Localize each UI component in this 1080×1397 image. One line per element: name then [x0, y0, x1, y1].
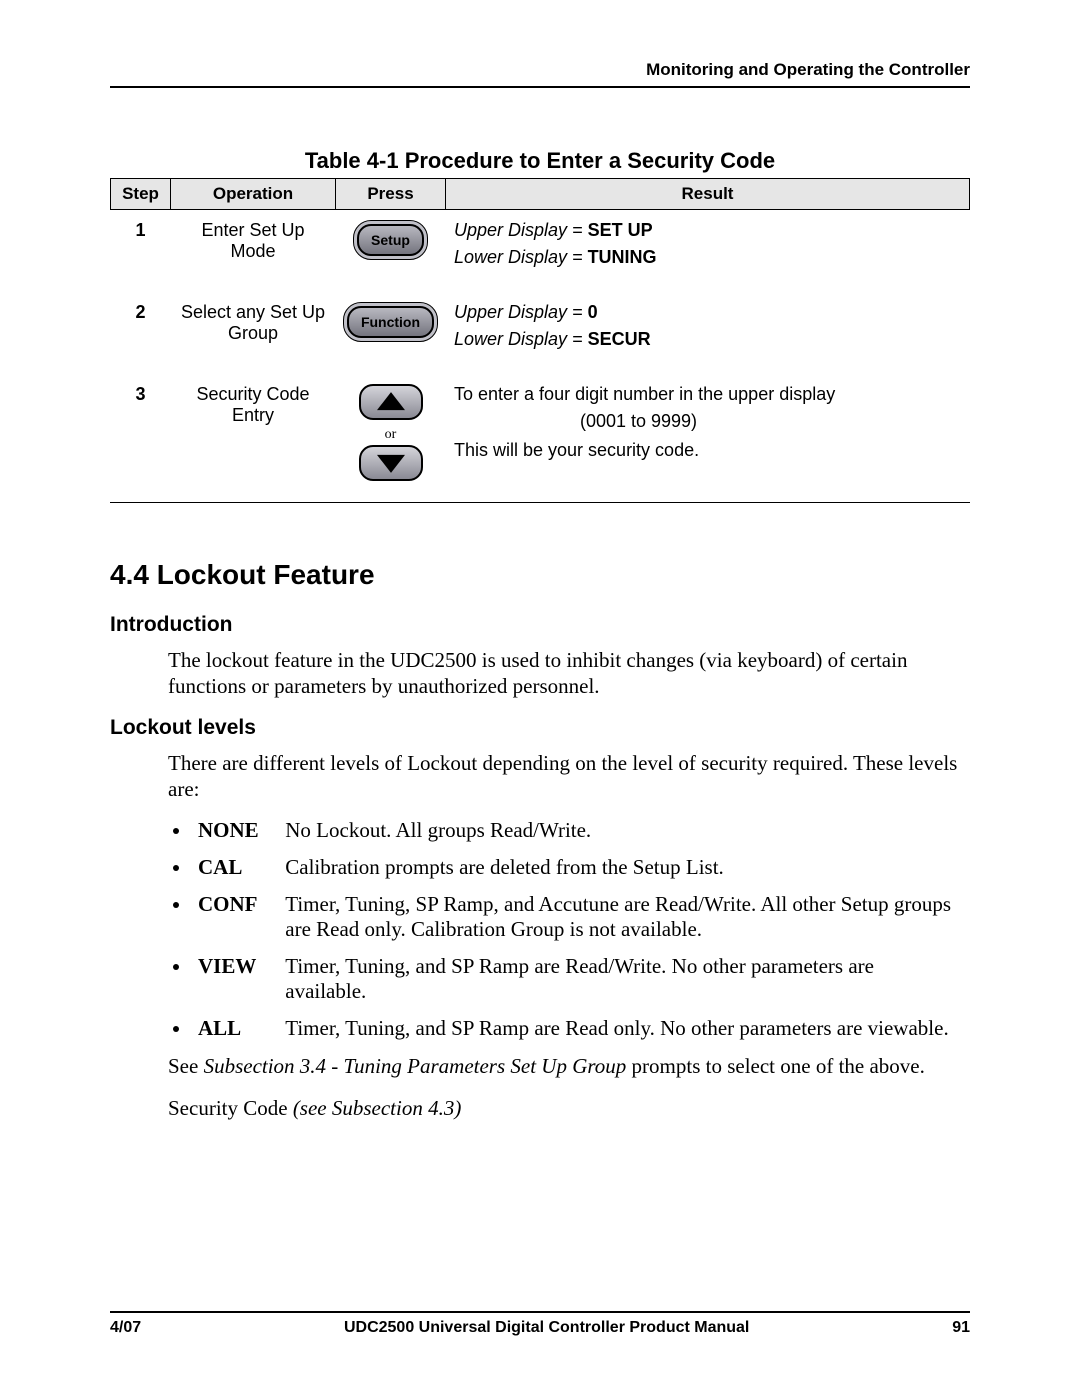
result-cell: To enter a four digit number in the uppe… — [446, 374, 970, 503]
or-label: or — [342, 427, 439, 443]
list-item: NONE No Lockout. All groups Read/Write. — [192, 818, 970, 843]
step-number: 2 — [111, 292, 171, 374]
arrow-down-icon — [359, 445, 423, 481]
page-footer: 4/07 UDC2500 Universal Digital Controlle… — [110, 1311, 970, 1337]
table-row: 2 Select any Set Up Group Function Upper… — [111, 292, 970, 374]
upper-display-value: SET UP — [588, 220, 653, 240]
see-reference-paragraph: See Subsection 3.4 - Tuning Parameters S… — [168, 1053, 970, 1079]
level-desc: Timer, Tuning, SP Ramp, and Accutune are… — [285, 892, 957, 942]
intro-subheading: Introduction — [110, 613, 970, 637]
list-item: VIEW Timer, Tuning, and SP Ramp are Read… — [192, 954, 970, 1004]
level-label: ALL — [198, 1016, 280, 1041]
see-suffix: prompts to select one of the above. — [626, 1054, 925, 1078]
setup-button-label: Setup — [357, 224, 424, 256]
function-button-label: Function — [347, 306, 434, 338]
result-cell: Upper Display = SET UP Lower Display = T… — [446, 210, 970, 293]
list-item: CONF Timer, Tuning, SP Ramp, and Accutun… — [192, 892, 970, 942]
list-item: CAL Calibration prompts are deleted from… — [192, 855, 970, 880]
level-desc: Timer, Tuning, and SP Ramp are Read/Writ… — [285, 954, 957, 1004]
sec-code-prefix: Security Code — [168, 1096, 293, 1120]
level-desc: Calibration prompts are deleted from the… — [285, 855, 957, 880]
press-cell: or — [336, 374, 446, 503]
footer-date: 4/07 — [110, 1319, 141, 1337]
lower-display-label: Lower Display = — [454, 247, 588, 267]
col-operation: Operation — [171, 179, 336, 210]
levels-subheading: Lockout levels — [110, 716, 970, 740]
result-range: (0001 to 9999) — [580, 411, 697, 431]
lower-display-label: Lower Display = — [454, 329, 588, 349]
levels-intro-paragraph: There are different levels of Lockout de… — [168, 750, 970, 803]
setup-button-icon: Setup — [353, 220, 428, 260]
result-text: To enter a four digit number in the uppe… — [454, 384, 835, 404]
press-cell: Function — [336, 292, 446, 374]
section-heading: 4.4 Lockout Feature — [110, 559, 970, 591]
lower-display-value: SECUR — [588, 329, 651, 349]
intro-paragraph: The lockout feature in the UDC2500 is us… — [168, 647, 970, 700]
sec-code-ref: (see Subsection 4.3) — [293, 1096, 462, 1120]
level-label: CONF — [198, 892, 280, 917]
level-label: CAL — [198, 855, 280, 880]
see-prefix: See — [168, 1054, 204, 1078]
operation-cell: Security Code Entry — [171, 374, 336, 503]
level-label: NONE — [198, 818, 280, 843]
operation-cell: Select any Set Up Group — [171, 292, 336, 374]
lockout-levels-list: NONE No Lockout. All groups Read/Write. … — [192, 818, 970, 1041]
lower-display-value: TUNING — [588, 247, 657, 267]
upper-display-label: Upper Display = — [454, 302, 588, 322]
operation-cell: Enter Set Up Mode — [171, 210, 336, 293]
table-caption: Table 4-1 Procedure to Enter a Security … — [110, 148, 970, 174]
function-button-icon: Function — [343, 302, 438, 342]
footer-rule — [110, 1311, 970, 1313]
level-desc: No Lockout. All groups Read/Write. — [285, 818, 957, 843]
step-number: 1 — [111, 210, 171, 293]
security-code-paragraph: Security Code (see Subsection 4.3) — [168, 1095, 970, 1121]
col-result: Result — [446, 179, 970, 210]
col-step: Step — [111, 179, 171, 210]
result-text: This will be your security code. — [454, 440, 699, 460]
procedure-table: Step Operation Press Result 1 Enter Set … — [110, 178, 970, 503]
see-ref: Subsection 3.4 - Tuning Parameters Set U… — [204, 1054, 627, 1078]
level-desc: Timer, Tuning, and SP Ramp are Read only… — [285, 1016, 957, 1041]
col-press: Press — [336, 179, 446, 210]
level-label: VIEW — [198, 954, 280, 979]
result-cell: Upper Display = 0 Lower Display = SECUR — [446, 292, 970, 374]
arrow-up-icon — [359, 384, 423, 420]
header-rule — [110, 86, 970, 88]
footer-title: UDC2500 Universal Digital Controller Pro… — [344, 1319, 749, 1337]
running-header: Monitoring and Operating the Controller — [110, 60, 970, 80]
step-number: 3 — [111, 374, 171, 503]
table-row: 3 Security Code Entry or To enter a four… — [111, 374, 970, 503]
table-row: 1 Enter Set Up Mode Setup Upper Display … — [111, 210, 970, 293]
upper-display-label: Upper Display = — [454, 220, 588, 240]
list-item: ALL Timer, Tuning, and SP Ramp are Read … — [192, 1016, 970, 1041]
footer-page-number: 91 — [952, 1319, 970, 1337]
upper-display-value: 0 — [588, 302, 598, 322]
press-cell: Setup — [336, 210, 446, 293]
